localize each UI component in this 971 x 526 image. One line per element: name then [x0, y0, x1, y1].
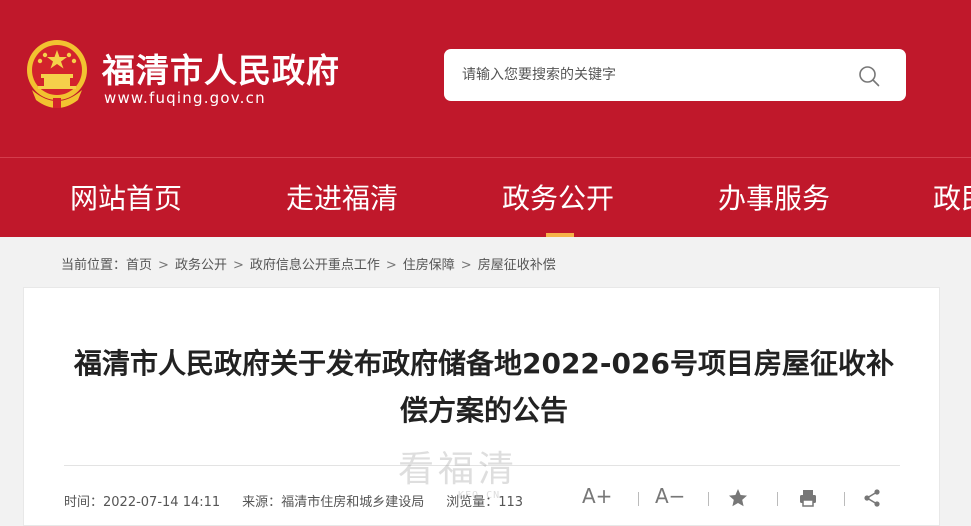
breadcrumb-bar: 当前位置：首页 > 政务公开 > 政府信息公开重点工作 > 住房保障 > 房屋征收补偿: [23, 237, 971, 287]
search-box: [444, 49, 906, 101]
breadcrumb-item-home[interactable]: 首页: [126, 258, 152, 273]
star-icon[interactable]: [727, 487, 749, 509]
site-title[interactable]: 福清市人民政府: [102, 44, 340, 92]
nav-item-home[interactable]: 网站首页: [70, 158, 182, 238]
nav-item-interaction[interactable]: 政民: [933, 158, 971, 238]
breadcrumb-separator: >: [158, 258, 169, 273]
nav-item-services[interactable]: 办事服务: [718, 158, 830, 238]
breadcrumb-prefix: 当前位置：: [61, 258, 127, 273]
font-decrease-button[interactable]: A−: [655, 484, 685, 512]
article-title: 福清市人民政府关于发布政府储备地2022-026号项目房屋征收补偿方案的公告: [73, 347, 894, 427]
search-input[interactable]: [462, 64, 842, 86]
font-increase-button[interactable]: A+: [582, 484, 612, 512]
breadcrumb-item-expropriation[interactable]: 房屋征收补偿: [478, 258, 556, 273]
breadcrumb-separator: >: [460, 258, 472, 273]
site-header: 福清市人民政府 www.fuqing.gov.cn: [0, 0, 971, 157]
breadcrumb-item-government-affairs[interactable]: 政务公开: [175, 258, 227, 273]
nav-item-government-affairs[interactable]: 政务公开: [502, 158, 614, 238]
tool-divider: [777, 492, 778, 506]
tool-divider: [708, 492, 709, 506]
printer-icon[interactable]: [798, 488, 818, 508]
watermark-logo: 看福清: [398, 449, 519, 490]
watermark-url: KFQ.CN: [458, 490, 501, 501]
search-icon[interactable]: [858, 65, 880, 87]
breadcrumb-item-key-work[interactable]: 政府信息公开重点工作: [250, 258, 380, 273]
breadcrumb-item-housing[interactable]: 住房保障: [403, 258, 455, 273]
nav-item-about-fuqing[interactable]: 走进福清: [286, 158, 398, 238]
breadcrumb-separator: >: [385, 258, 397, 273]
main-nav: 网站首页 走进福清 政务公开 办事服务 政民: [0, 157, 971, 237]
tool-divider: [844, 492, 845, 506]
site-url: www.fuqing.gov.cn: [104, 89, 266, 107]
national-emblem-icon[interactable]: [24, 38, 90, 110]
breadcrumb: 当前位置：首页 > 政务公开 > 政府信息公开重点工作 > 住房保障 > 房屋征收补偿: [61, 254, 556, 273]
share-icon[interactable]: [862, 488, 882, 508]
tool-divider: [638, 492, 639, 506]
breadcrumb-separator: >: [232, 258, 244, 273]
